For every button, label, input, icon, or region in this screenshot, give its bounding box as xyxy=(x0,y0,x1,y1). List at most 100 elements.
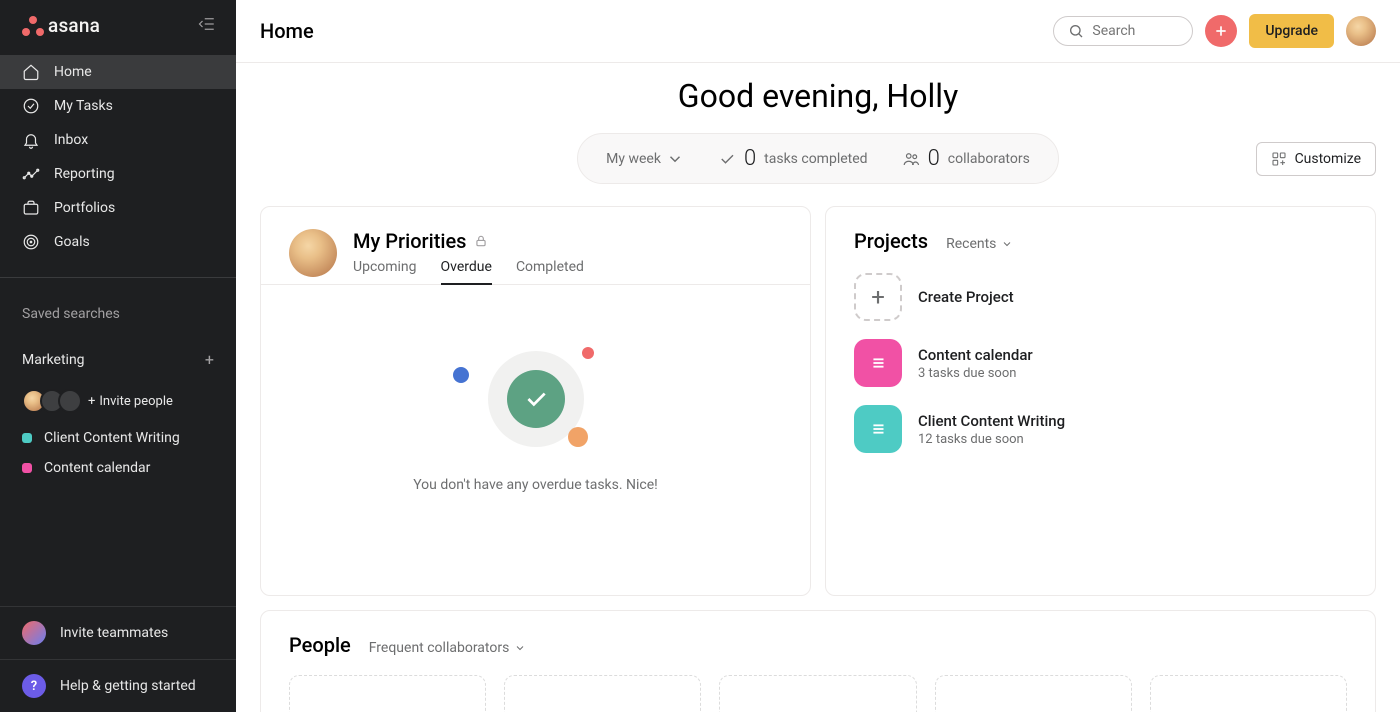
cards-row: My Priorities Upcoming Overdue Completed xyxy=(260,206,1376,596)
help-icon: ? xyxy=(22,674,46,698)
tab-completed[interactable]: Completed xyxy=(516,259,584,285)
people-title: People xyxy=(289,633,351,657)
projects-header: Projects Recents xyxy=(854,229,1347,253)
chevron-down-icon xyxy=(514,642,526,654)
plus-icon xyxy=(1213,23,1229,39)
project-icon xyxy=(854,405,902,453)
collaborators-label: collaborators xyxy=(948,151,1030,167)
collaborators-count: 0 xyxy=(928,146,940,171)
tab-upcoming[interactable]: Upcoming xyxy=(353,259,417,285)
user-avatar[interactable] xyxy=(1346,16,1376,46)
help-label: Help & getting started xyxy=(60,678,196,694)
empty-illustration xyxy=(481,345,591,455)
invite-people-label: Invite people xyxy=(99,394,173,409)
workspace-name[interactable]: Marketing xyxy=(22,352,85,368)
sidebar-item-inbox[interactable]: Inbox xyxy=(0,123,236,157)
sidebar-item-home[interactable]: Home xyxy=(0,55,236,89)
priorities-empty-state: You don't have any overdue tasks. Nice! xyxy=(289,285,782,493)
project-color-dot xyxy=(22,463,32,473)
sidebar-item-my-tasks[interactable]: My Tasks xyxy=(0,89,236,123)
create-project-button[interactable]: + Create Project xyxy=(854,273,1094,321)
person-slot[interactable] xyxy=(1150,675,1347,712)
sidebar-item-portfolios[interactable]: Portfolios xyxy=(0,191,236,225)
sidebar-project-item[interactable]: Client Content Writing xyxy=(0,423,236,453)
recents-label: Recents xyxy=(946,236,996,252)
sidebar-item-label: Goals xyxy=(54,234,90,250)
sidebar-item-reporting[interactable]: Reporting xyxy=(0,157,236,191)
sidebar-item-label: Reporting xyxy=(54,166,115,182)
priorities-tabs: Upcoming Overdue Completed xyxy=(353,259,584,285)
project-subtitle: 12 tasks due soon xyxy=(918,432,1065,447)
person-slot[interactable] xyxy=(289,675,486,712)
project-icon xyxy=(854,339,902,387)
project-item[interactable]: Client Content Writing 12 tasks due soon xyxy=(854,405,1094,453)
person-slot[interactable] xyxy=(719,675,916,712)
target-icon xyxy=(22,233,40,251)
check-circle-icon xyxy=(22,97,40,115)
main: Home Upgrade Good evening, Holly My week… xyxy=(236,0,1400,712)
avatar-stack xyxy=(22,389,82,413)
tasks-completed-stat: 0 tasks completed xyxy=(718,146,868,171)
sidebar-project-item[interactable]: Content calendar xyxy=(0,453,236,483)
sidebar-item-label: Inbox xyxy=(54,132,88,148)
sidebar-item-label: Portfolios xyxy=(54,200,115,216)
home-icon xyxy=(22,63,40,81)
teammates-icon xyxy=(22,621,46,645)
create-project-label: Create Project xyxy=(918,288,1014,306)
project-name: Content calendar xyxy=(44,460,150,476)
invite-teammates-button[interactable]: Invite teammates xyxy=(0,606,236,659)
search-box[interactable] xyxy=(1053,16,1193,46)
page-title: Home xyxy=(260,19,314,43)
add-project-icon[interactable]: + xyxy=(205,350,214,369)
greeting: Good evening, Holly xyxy=(260,77,1376,115)
tasks-completed-label: tasks completed xyxy=(764,151,867,167)
projects-recents-dropdown[interactable]: Recents xyxy=(946,236,1013,252)
people-card: People Frequent collaborators xyxy=(260,610,1376,712)
help-button[interactable]: ? Help & getting started xyxy=(0,659,236,712)
plus-icon: + xyxy=(854,273,902,321)
chevron-down-icon xyxy=(1001,238,1013,250)
priorities-title: My Priorities xyxy=(353,229,466,253)
people-filter-dropdown[interactable]: Frequent collaborators xyxy=(369,640,527,656)
projects-title: Projects xyxy=(854,229,928,253)
user-avatar-large[interactable] xyxy=(289,229,337,277)
create-button[interactable] xyxy=(1205,15,1237,47)
people-filter-label: Frequent collaborators xyxy=(369,640,510,656)
chevron-down-icon xyxy=(666,150,684,168)
people-header: People Frequent collaborators xyxy=(289,633,1347,657)
my-week-dropdown[interactable]: My week xyxy=(606,150,684,168)
sidebar-footer: Invite teammates ? Help & getting starte… xyxy=(0,606,236,712)
logo-icon xyxy=(22,16,44,36)
sidebar-collapse-icon[interactable] xyxy=(196,15,218,37)
search-input[interactable] xyxy=(1092,23,1172,39)
sidebar-item-label: My Tasks xyxy=(54,98,113,114)
projects-grid: + Create Project Content calendar 3 task… xyxy=(854,273,1347,453)
member-avatar-empty[interactable] xyxy=(58,389,82,413)
grid-plus-icon xyxy=(1271,151,1287,167)
project-item[interactable]: Content calendar 3 tasks due soon xyxy=(854,339,1094,387)
people-row xyxy=(289,675,1347,712)
stats-pill: My week 0 tasks completed 0 collaborator… xyxy=(577,133,1059,184)
stats-row: My week 0 tasks completed 0 collaborator… xyxy=(260,133,1376,184)
topbar: Home Upgrade xyxy=(236,0,1400,63)
invite-people-link[interactable]: +Invite people xyxy=(88,394,173,409)
customize-button[interactable]: Customize xyxy=(1256,142,1376,176)
invite-teammates-label: Invite teammates xyxy=(60,625,168,641)
search-icon xyxy=(1068,23,1084,39)
person-slot[interactable] xyxy=(504,675,701,712)
tab-overdue[interactable]: Overdue xyxy=(441,259,492,285)
content: Good evening, Holly My week 0 tasks comp… xyxy=(236,63,1400,712)
sidebar-item-goals[interactable]: Goals xyxy=(0,225,236,259)
sidebar-item-label: Home xyxy=(54,64,92,80)
customize-label: Customize xyxy=(1295,151,1361,167)
person-slot[interactable] xyxy=(935,675,1132,712)
briefcase-icon xyxy=(22,199,40,217)
lock-icon xyxy=(474,229,488,253)
project-name: Content calendar xyxy=(918,346,1033,364)
upgrade-button[interactable]: Upgrade xyxy=(1249,14,1334,48)
project-subtitle: 3 tasks due soon xyxy=(918,366,1033,381)
project-color-dot xyxy=(22,433,32,443)
chart-icon xyxy=(22,165,40,183)
saved-searches-label: Saved searches xyxy=(0,284,236,332)
logo[interactable]: asana xyxy=(22,14,100,37)
